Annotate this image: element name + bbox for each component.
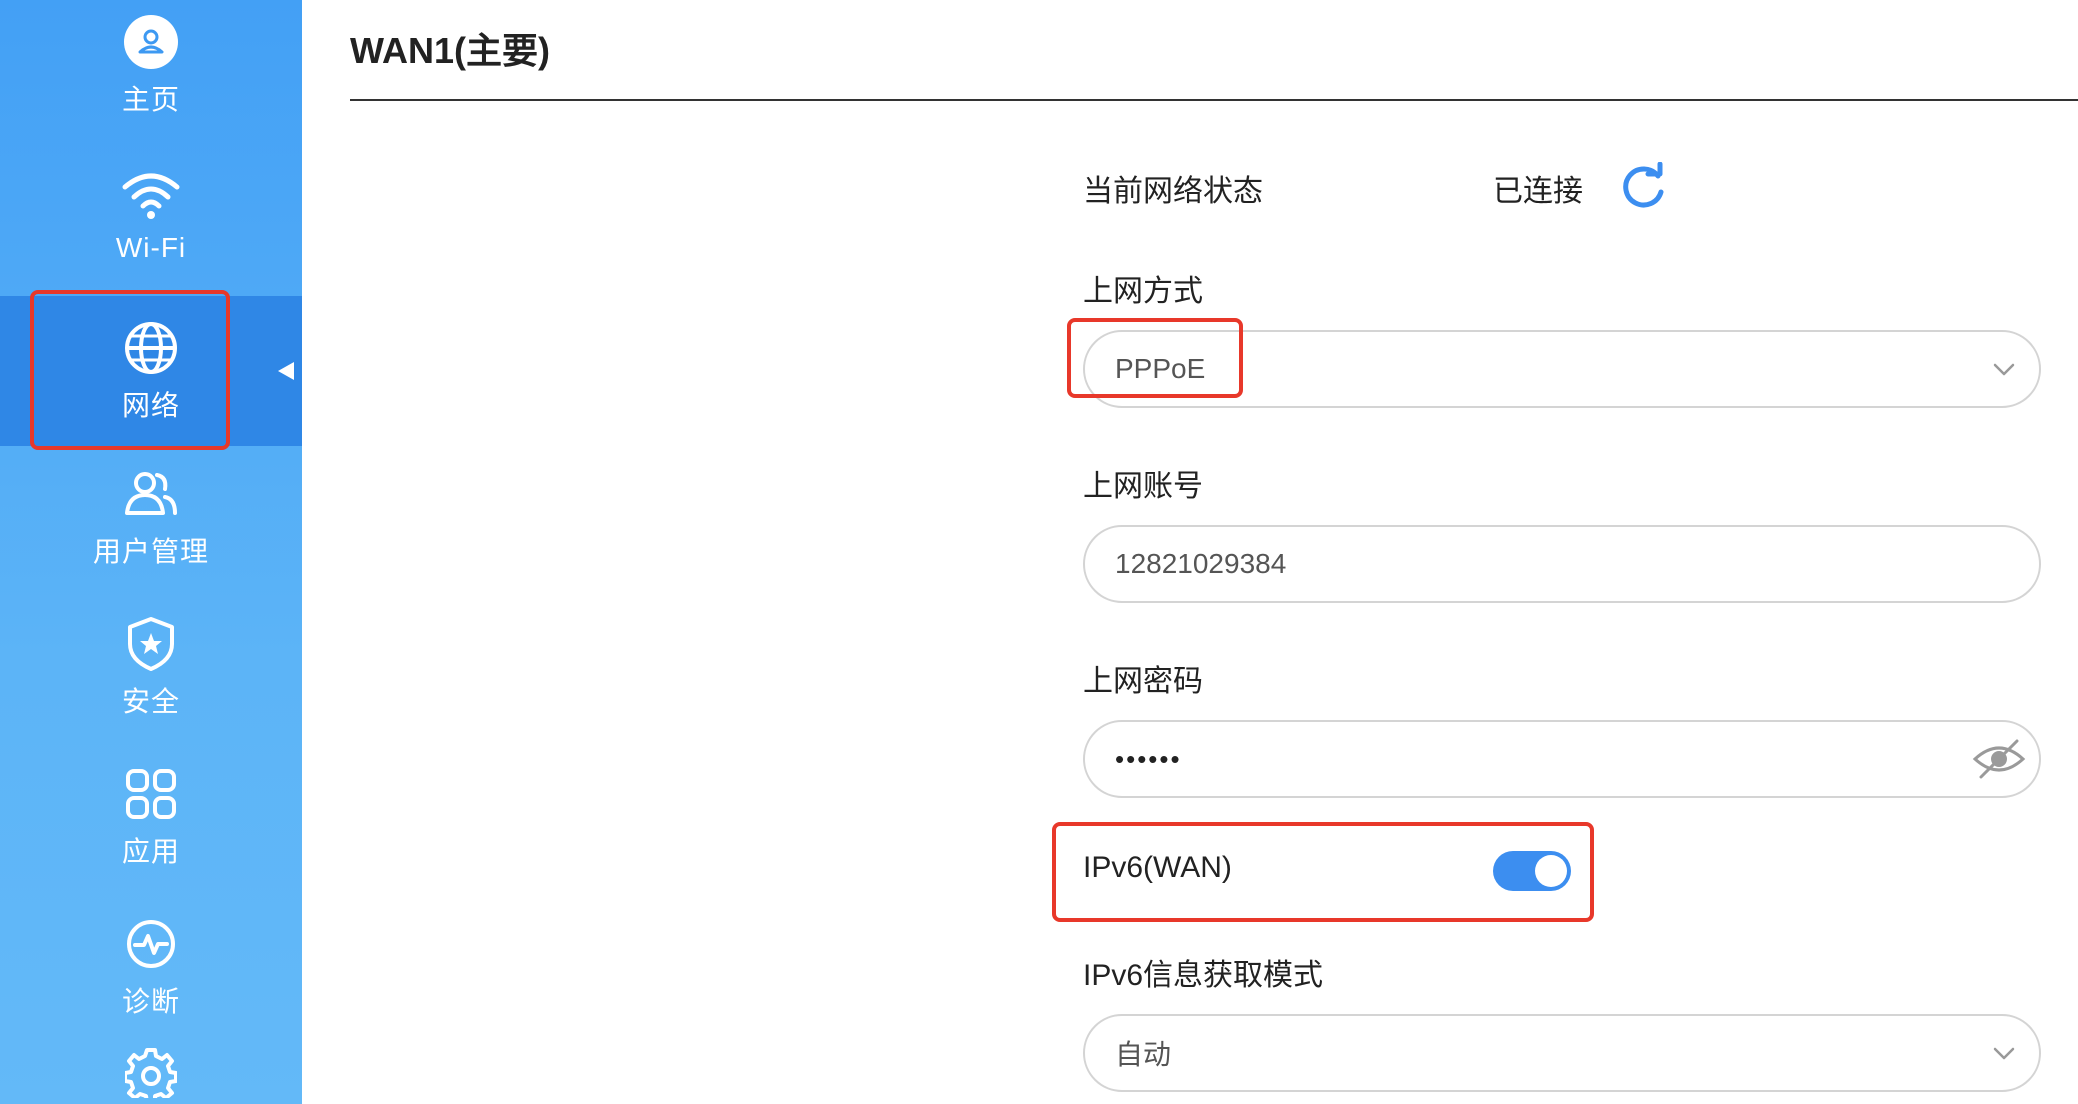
ipv6-mode-value: 自动: [1115, 1039, 1172, 1070]
sidebar-item-security[interactable]: 安全: [0, 592, 302, 742]
wifi-icon: [121, 166, 181, 226]
page-title: WAN1(主要): [350, 30, 550, 71]
shield-star-icon: [121, 614, 181, 674]
sidebar-item-label: 应用: [121, 836, 180, 867]
apps-grid-icon: [121, 764, 181, 824]
highlight-ipv6-row: [1052, 822, 1594, 922]
gear-icon: [121, 1042, 181, 1102]
network-status-value: 已连接: [1493, 175, 1583, 208]
sidebar-item-diagnostics[interactable]: 诊断: [0, 892, 302, 1042]
eye-hidden-icon[interactable]: [1971, 735, 2027, 783]
network-status-label: 当前网络状态: [1083, 175, 1263, 208]
pulse-icon: [121, 914, 181, 974]
account-value: 12821029384: [1115, 548, 1287, 579]
sidebar-item-label: 诊断: [121, 986, 180, 1017]
chevron-down-icon: [1991, 356, 2017, 382]
ipv6-mode-label: IPv6信息获取模式: [1083, 959, 1324, 992]
password-value: ••••••: [1115, 743, 1182, 774]
account-input[interactable]: 12821029384: [1083, 525, 2041, 603]
sidebar-item-wifi[interactable]: Wi-Fi: [0, 140, 302, 290]
highlight-connection-type: [1067, 318, 1243, 398]
refresh-icon[interactable]: [1618, 161, 1668, 212]
ipv6-mode-select[interactable]: 自动: [1083, 1014, 2041, 1092]
sidebar-item-label: Wi-Fi: [115, 232, 187, 263]
sidebar-item-label: 主页: [121, 84, 180, 115]
highlight-network-nav: [30, 290, 230, 450]
connection-type-label: 上网方式: [1083, 275, 1203, 308]
sidebar-item-settings[interactable]: [0, 1042, 302, 1104]
account-label: 上网账号: [1083, 470, 1203, 503]
active-indicator-arrow: [278, 362, 294, 380]
home-avatar-icon: [121, 12, 181, 72]
sidebar-item-label: 用户管理: [92, 536, 209, 567]
password-input[interactable]: ••••••: [1083, 720, 2041, 798]
sidebar-item-home[interactable]: 主页: [0, 0, 302, 140]
sidebar-item-users[interactable]: 用户管理: [0, 442, 302, 592]
sidebar-item-apps[interactable]: 应用: [0, 742, 302, 892]
chevron-down-icon: [1991, 1040, 2017, 1066]
sidebar-item-label: 安全: [121, 686, 180, 717]
users-icon: [121, 464, 181, 524]
title-divider: [350, 99, 2078, 101]
sidebar: 主页 Wi-Fi 网络 用户管理 安全 应用 诊断: [0, 0, 302, 1104]
password-label: 上网密码: [1083, 665, 1203, 698]
